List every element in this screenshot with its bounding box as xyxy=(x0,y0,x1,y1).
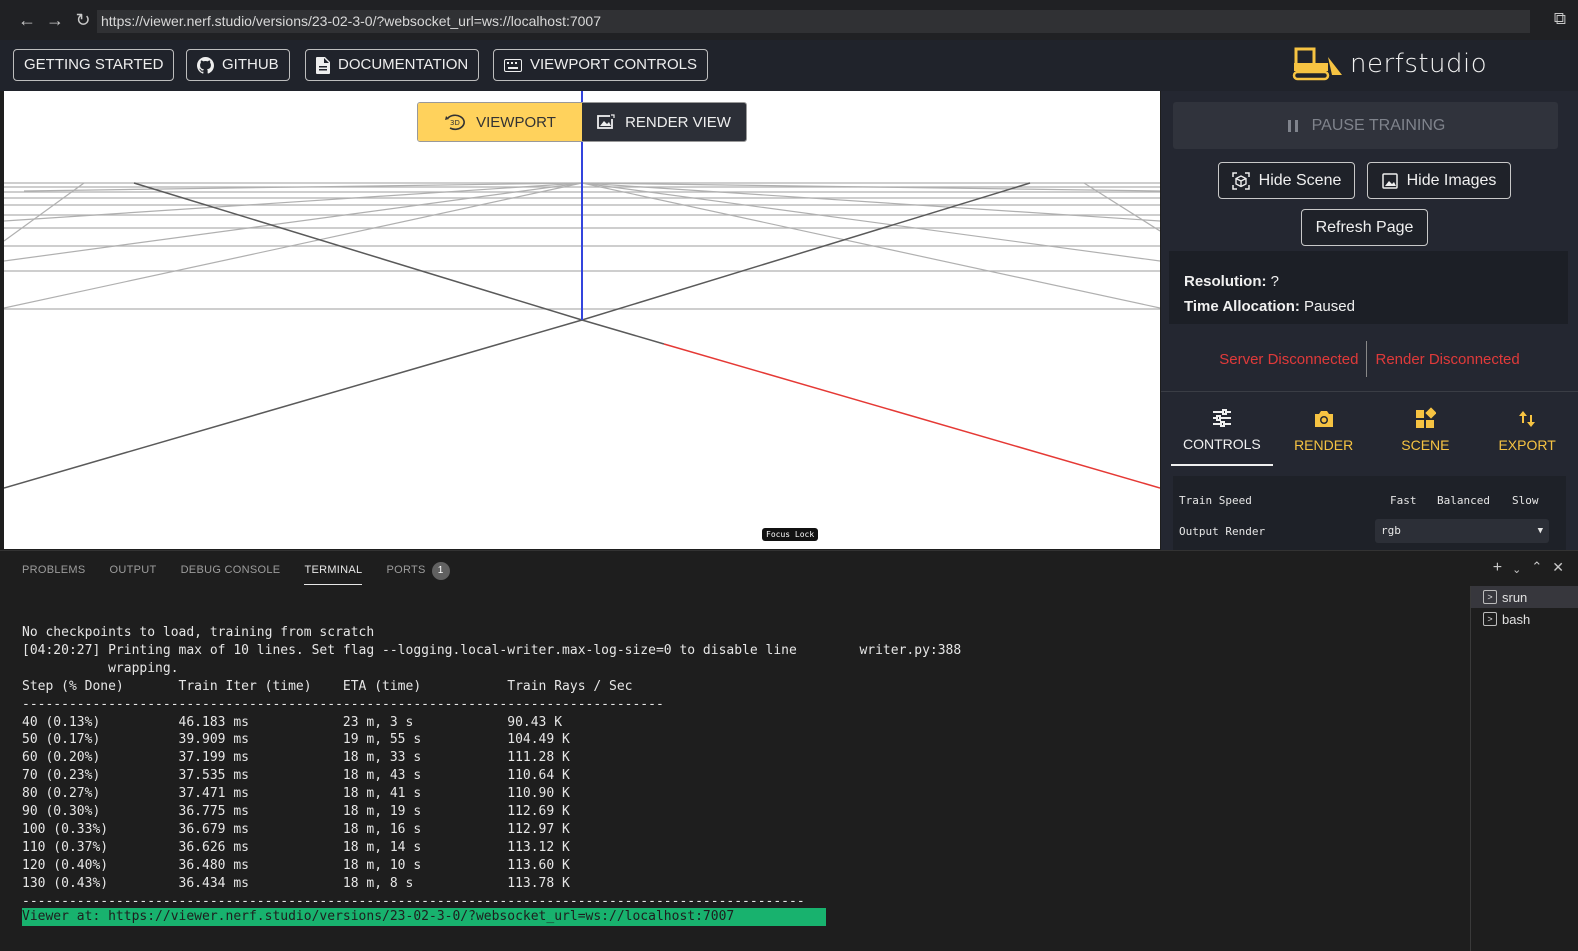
import-export-icon xyxy=(1519,411,1536,427)
bottom-tabs: PROBLEMS OUTPUT DEBUG CONSOLE TERMINAL P… xyxy=(22,561,474,585)
pause-training-button[interactable]: PAUSE TRAINING xyxy=(1173,102,1558,149)
train-speed-row: Train Speed Fast Balanced Slow xyxy=(1179,494,1559,507)
resolution-label: Resolution: xyxy=(1184,273,1267,290)
getting-started-button[interactable]: GETTING STARTED xyxy=(13,49,175,81)
hide-images-button[interactable]: Hide Images xyxy=(1367,162,1511,199)
nerfstudio-logo[interactable]: nerfstudio xyxy=(1292,47,1487,81)
render-status: Render Disconnected xyxy=(1375,350,1520,368)
terminal-item-srun[interactable]: > srun xyxy=(1471,586,1578,608)
panel-tabs: CONTROLS RENDER SCENE EXPORT xyxy=(1161,391,1578,466)
time-allocation-label: Time Allocation: xyxy=(1184,298,1300,315)
resolution-row: Resolution: ? xyxy=(1184,269,1553,294)
3d-rotate-icon: 3D xyxy=(445,114,466,131)
new-terminal-icon[interactable]: + xyxy=(1493,559,1502,577)
maximize-panel-icon[interactable]: ⌃ xyxy=(1531,559,1542,577)
focus-lock-label[interactable]: Focus Lock xyxy=(762,528,819,541)
output-render-label: Output Render xyxy=(1179,525,1266,538)
browser-bar: ← → ↻ https://viewer.nerf.studio/version… xyxy=(0,0,1578,40)
bulldozer-icon xyxy=(1292,47,1342,81)
tab-terminal[interactable]: TERMINAL xyxy=(304,561,363,585)
viewport-mode-label: VIEWPORT xyxy=(476,113,556,131)
render-view-mode-button[interactable]: RENDER VIEW xyxy=(582,103,746,141)
hide-images-label: Hide Images xyxy=(1406,171,1497,189)
control-panel: PAUSE TRAINING Hide Scene Hide Images Re… xyxy=(1161,91,1578,550)
camera-icon xyxy=(1314,411,1333,427)
url-bar[interactable]: https://viewer.nerf.studio/versions/23-0… xyxy=(97,10,1530,33)
tab-export-label: EXPORT xyxy=(1498,437,1556,453)
refresh-page-label: Refresh Page xyxy=(1315,218,1414,236)
refresh-page-button[interactable]: Refresh Page xyxy=(1301,209,1428,246)
tab-scene[interactable]: SCENE xyxy=(1375,392,1477,466)
hide-scene-label: Hide Scene xyxy=(1258,171,1342,189)
pause-training-label: PAUSE TRAINING xyxy=(1311,116,1446,134)
terminal-icon: > xyxy=(1483,612,1497,626)
github-button[interactable]: GITHUB xyxy=(186,49,290,81)
open-external-icon[interactable]: ⧉ xyxy=(1554,9,1566,29)
tab-ports[interactable]: PORTS 1 xyxy=(386,561,450,585)
image-icon xyxy=(597,114,616,129)
svg-text:3D: 3D xyxy=(450,119,460,127)
terminal-item-label: srun xyxy=(1502,589,1528,605)
documentation-label: DOCUMENTATION xyxy=(338,56,469,73)
terminal-item-bash[interactable]: > bash xyxy=(1471,608,1578,630)
viewport-controls-label: VIEWPORT CONTROLS xyxy=(530,56,697,73)
chevron-down-icon[interactable]: ⌄ xyxy=(1512,563,1521,577)
tab-controls-label: CONTROLS xyxy=(1182,436,1261,452)
app-header: GETTING STARTED GITHUB DOCUMENTATION VIE… xyxy=(0,40,1578,91)
close-icon[interactable]: ✕ xyxy=(1552,559,1564,577)
controls-section: Train Speed Fast Balanced Slow Output Re… xyxy=(1173,476,1566,550)
back-icon[interactable]: ← xyxy=(14,10,40,31)
tab-problems[interactable]: PROBLEMS xyxy=(22,561,86,585)
keyboard-icon xyxy=(504,58,522,72)
train-speed-label: Train Speed xyxy=(1179,494,1252,507)
forward-icon[interactable]: → xyxy=(42,10,68,31)
ground-grid xyxy=(4,91,1160,489)
reload-icon[interactable]: ↻ xyxy=(70,10,96,31)
tab-output[interactable]: OUTPUT xyxy=(110,561,157,585)
terminal-icon: > xyxy=(1483,590,1497,604)
speed-fast-option[interactable]: Fast xyxy=(1390,494,1417,507)
resolution-value: ? xyxy=(1270,273,1280,290)
tab-render-label: RENDER xyxy=(1294,437,1354,453)
render-view-mode-label: RENDER VIEW xyxy=(625,113,731,131)
image-icon xyxy=(1381,172,1398,189)
widgets-icon xyxy=(1416,407,1437,428)
server-status: Server Disconnected xyxy=(1219,350,1359,368)
terminal-output[interactable]: No checkpoints to load, training from sc… xyxy=(22,624,961,911)
tab-controls[interactable]: CONTROLS xyxy=(1171,392,1273,466)
status-box: Resolution: ? Time Allocation: Paused xyxy=(1169,251,1568,324)
speed-slow-option[interactable]: Slow xyxy=(1512,494,1539,507)
terminal-item-label: bash xyxy=(1502,611,1531,627)
time-allocation-row: Time Allocation: Paused xyxy=(1184,294,1553,319)
viewport-controls-button[interactable]: VIEWPORT CONTROLS xyxy=(493,49,708,81)
status-divider xyxy=(1366,341,1368,377)
github-icon xyxy=(197,56,214,74)
terminal-actions: + ⌄ ⌃ ✕ xyxy=(1493,559,1564,577)
pause-icon xyxy=(1287,119,1298,132)
tab-debug-console[interactable]: DEBUG CONSOLE xyxy=(181,561,281,585)
tab-ports-label: PORTS xyxy=(386,564,426,576)
ports-count-badge: 1 xyxy=(431,562,450,580)
tab-render[interactable]: RENDER xyxy=(1273,392,1375,466)
getting-started-label: GETTING STARTED xyxy=(24,56,164,73)
terminal-list: > srun > bash xyxy=(1470,586,1578,951)
output-render-select[interactable]: rgb xyxy=(1375,519,1549,543)
tab-scene-label: SCENE xyxy=(1401,437,1450,453)
hide-scene-button[interactable]: Hide Scene xyxy=(1218,162,1355,199)
speed-balanced-option[interactable]: Balanced xyxy=(1437,494,1490,507)
logo-text: nerfstudio xyxy=(1350,49,1488,79)
scene-cube-icon xyxy=(1231,171,1250,190)
viewport-mode-button[interactable]: 3D VIEWPORT xyxy=(418,103,582,141)
bottom-panel: PROBLEMS OUTPUT DEBUG CONSOLE TERMINAL P… xyxy=(0,550,1578,951)
time-allocation-value: Paused xyxy=(1304,298,1355,315)
sliders-icon xyxy=(1212,409,1231,427)
document-icon xyxy=(316,56,330,74)
3d-viewport[interactable]: 3D VIEWPORT RENDER VIEW Focus Lock xyxy=(4,91,1160,549)
tab-export[interactable]: EXPORT xyxy=(1476,392,1578,466)
view-mode-toggle: 3D VIEWPORT RENDER VIEW xyxy=(417,102,747,142)
documentation-button[interactable]: DOCUMENTATION xyxy=(305,49,480,81)
github-label: GITHUB xyxy=(222,56,279,73)
viewer-url-line[interactable]: Viewer at: https://viewer.nerf.studio/ve… xyxy=(22,908,826,926)
connection-status: Server Disconnected Render Disconnected xyxy=(1161,336,1578,382)
